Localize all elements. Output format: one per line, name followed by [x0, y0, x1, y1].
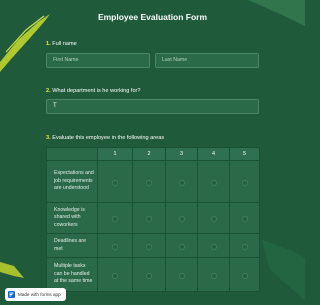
matrix-row-label: Knowledge is shared with coworkers [46, 201, 98, 235]
column-header-4: 4 [197, 147, 230, 161]
matrix-row-label: Deadlines are met [46, 233, 98, 259]
form-title: Employee Evaluation Form [97, 12, 208, 22]
rating-radio[interactable] [241, 243, 248, 250]
evaluation-form: Employee Evaluation Form 1. Full name Fi… [0, 0, 305, 305]
matrix-row: Knowledge is shared with coworkers [46, 201, 260, 235]
rating-radio[interactable] [241, 179, 248, 186]
last-name-input[interactable]: Last Name [155, 53, 259, 68]
rating-radio[interactable] [210, 216, 217, 223]
matrix-row: Multiple tasks can be handled at the sam… [46, 257, 260, 293]
rating-radio[interactable] [241, 216, 248, 223]
question-1-label: 1. Full name [46, 41, 77, 47]
question-1-number: 1. [46, 41, 51, 47]
badge-label: Made with forms app [18, 292, 61, 297]
column-header-2: 2 [132, 147, 166, 161]
rating-radio[interactable] [178, 179, 185, 186]
rating-radio[interactable] [241, 272, 248, 279]
question-2-number: 2. [46, 88, 51, 94]
question-2-label: 2. What department is he working for? [46, 88, 141, 94]
column-header-3: 3 [165, 147, 198, 161]
rating-radio[interactable] [112, 179, 118, 186]
first-name-input[interactable]: First Name [46, 53, 150, 68]
matrix-corner [46, 147, 98, 161]
question-3-label: 3. Evaluate this employee in the followi… [46, 135, 164, 141]
rating-radio[interactable] [112, 272, 118, 279]
rating-radio[interactable] [146, 179, 152, 186]
question-3-number: 3. [46, 135, 51, 141]
column-header-5: 5 [229, 147, 260, 161]
rating-radio[interactable] [210, 179, 217, 186]
rating-radio[interactable] [178, 272, 185, 279]
made-with-forms-app-badge[interactable]: Made with forms app [5, 288, 66, 301]
department-input[interactable]: T [46, 99, 259, 114]
matrix-row-label: Multiple tasks can be handled at the sam… [46, 257, 98, 293]
question-3-text: Evaluate this employee in the following … [52, 135, 165, 141]
question-1-text: Full name [52, 41, 77, 47]
rating-radio[interactable] [146, 216, 152, 223]
matrix-row-label: Expectations and job requirements are un… [46, 160, 98, 203]
forms-app-logo-icon [8, 291, 15, 298]
rating-matrix: 1 2 3 4 5 Expectations and job requireme… [46, 147, 260, 293]
rating-radio[interactable] [178, 243, 185, 250]
column-header-1: 1 [97, 147, 133, 161]
question-2-text: What department is he working for? [52, 88, 141, 94]
matrix-row: Expectations and job requirements are un… [46, 160, 260, 203]
rating-radio[interactable] [210, 272, 217, 279]
rating-radio[interactable] [146, 272, 152, 279]
rating-radio[interactable] [112, 243, 118, 250]
matrix-header-row: 1 2 3 4 5 [46, 147, 260, 161]
matrix-row: Deadlines are met [46, 233, 260, 259]
rating-radio[interactable] [210, 243, 217, 250]
rating-radio[interactable] [146, 243, 152, 250]
rating-radio[interactable] [178, 216, 185, 223]
rating-radio[interactable] [112, 216, 118, 223]
